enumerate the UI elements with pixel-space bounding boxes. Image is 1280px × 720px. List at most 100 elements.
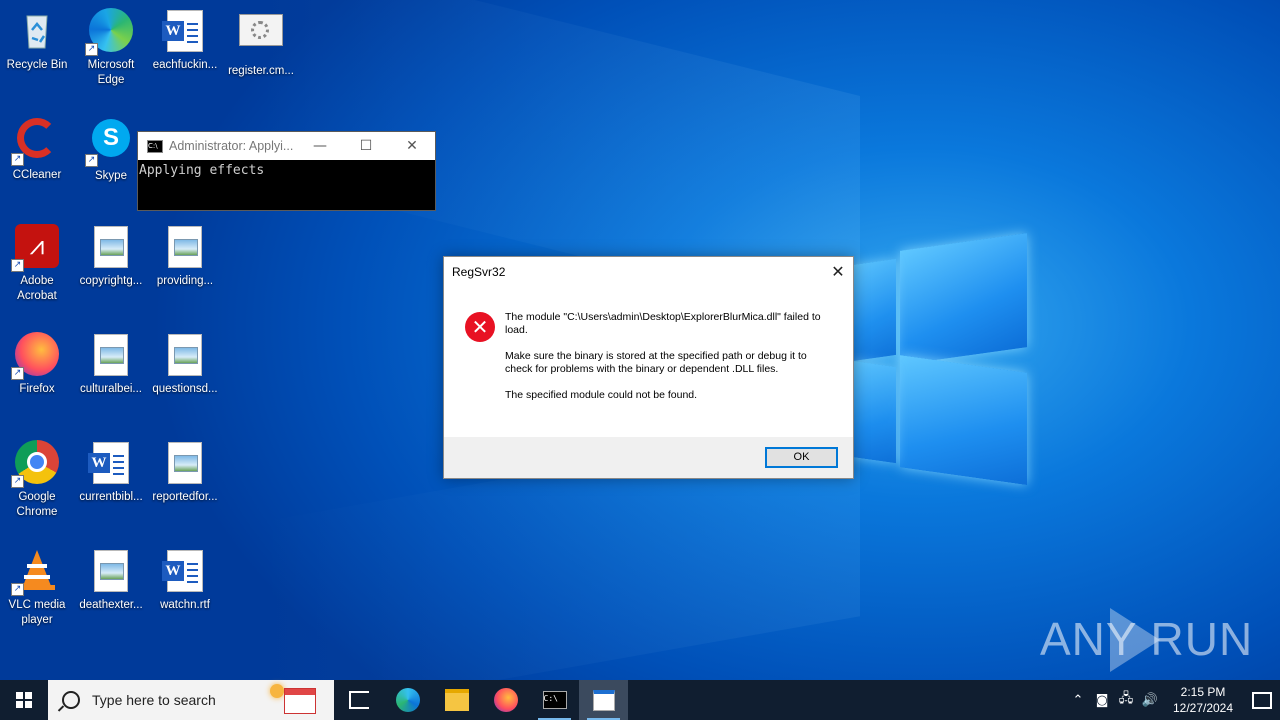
desktop-icon-adobe-acrobat[interactable]: ⩘ ↗ Adobe Acrobat — [0, 224, 74, 304]
vlc-icon: ↗ — [11, 548, 59, 596]
dialog-title: RegSvr32 — [452, 265, 506, 279]
regsvr32-window-icon — [592, 689, 615, 711]
cmd-title-bar[interactable]: C:\ Administrator: Applyi... — ☐ ✕ — [138, 132, 435, 160]
shortcut-arrow-icon: ↗ — [11, 367, 24, 380]
taskbar-file-explorer[interactable] — [432, 680, 481, 720]
dialog-message-line: The specified module could not be found. — [505, 389, 698, 401]
dialog-message: The module "C:\Users\admin\Desktop\Explo… — [505, 311, 825, 415]
wallpaper-logo-pane — [852, 258, 896, 362]
desktop-icon-label: Adobe Acrobat — [17, 275, 57, 302]
taskbar-regsvr32[interactable] — [579, 680, 628, 720]
shortcut-arrow-icon: ↗ — [11, 475, 24, 488]
cmd-window[interactable]: C:\ Administrator: Applyi... — ☐ ✕ Apply… — [137, 131, 436, 211]
notification-icon — [1252, 691, 1272, 709]
desktop-icon-label: register.cm... — [228, 65, 294, 77]
meet-now-icon[interactable]: ◙ — [1090, 693, 1114, 708]
task-view-icon — [348, 691, 369, 709]
folder-icon — [444, 689, 469, 711]
taskbar-firefox[interactable] — [481, 680, 530, 720]
desktop-icon-label: reportedfor... — [152, 491, 218, 503]
desktop-icon-label: eachfuckin... — [152, 59, 218, 71]
desktop-icon-copyrightg[interactable]: copyrightg... — [74, 224, 148, 289]
desktop-icon-questionsd[interactable]: questionsd... — [148, 332, 222, 397]
search-icon — [62, 691, 80, 709]
wallpaper-logo-pane — [852, 360, 896, 464]
show-hidden-icons-chevron-icon[interactable]: ⌃ — [1066, 693, 1090, 708]
search-highlight-sun-icon — [270, 684, 284, 698]
error-icon: ✕ — [465, 312, 495, 342]
dialog-close-button[interactable]: ✕ — [823, 257, 853, 287]
windows-logo-pane — [25, 701, 32, 708]
regsvr32-dialog[interactable]: RegSvr32 ✕ ✕ The module "C:\Users\admin\… — [443, 256, 854, 479]
desktop-icon-currentbibl[interactable]: W currentbibl... — [74, 440, 148, 505]
chrome-icon: ↗ — [11, 440, 59, 488]
shortcut-arrow-icon: ↗ — [11, 583, 24, 596]
minimize-button[interactable]: — — [297, 132, 343, 160]
desktop-icon-label: copyrightg... — [79, 275, 143, 287]
desktop-icon-label: currentbibl... — [79, 491, 143, 503]
desktop-icon-eachfuckin[interactable]: W eachfuckin... — [148, 8, 222, 73]
shortcut-arrow-icon: ↗ — [85, 154, 98, 167]
cmd-icon: C:\ — [147, 139, 163, 153]
desktop-icon-reportedfor[interactable]: reportedfor... — [148, 440, 222, 505]
ok-button[interactable]: OK — [765, 447, 838, 468]
desktop-icon-firefox[interactable]: ↗ Firefox — [0, 332, 74, 397]
image-file-icon — [168, 334, 202, 376]
firefox-icon: ↗ — [11, 332, 59, 380]
taskbar-search-box[interactable]: Type here to search — [48, 680, 334, 720]
image-file-icon — [94, 550, 128, 592]
image-file-icon — [168, 442, 202, 484]
word-document-icon: W — [162, 10, 203, 52]
network-icon[interactable]: 🖧 — [1114, 689, 1138, 711]
taskbar-cmd[interactable]: C:\ — [530, 680, 579, 720]
desktop-icon-watchn-rtf[interactable]: W watchn.rtf — [148, 548, 222, 613]
desktop-icon-label: Firefox — [19, 383, 55, 395]
desktop-icon-microsoft-edge[interactable]: ↗ Microsoft Edge — [74, 8, 148, 88]
volume-icon[interactable]: 🔊 — [1138, 693, 1162, 708]
firefox-icon — [493, 688, 518, 712]
desktop-icon-label: culturalbei... — [79, 383, 142, 395]
maximize-button[interactable]: ☐ — [343, 132, 389, 160]
taskbar-edge[interactable] — [383, 680, 432, 720]
desktop-icon-label: Microsoft Edge — [87, 59, 135, 86]
edge-icon: ↗ — [85, 8, 133, 56]
desktop-icon-vlc[interactable]: ↗ VLC media player — [0, 548, 74, 628]
skype-icon: S ↗ — [85, 119, 133, 167]
acrobat-icon: ⩘ ↗ — [11, 224, 59, 272]
image-file-icon — [168, 226, 202, 268]
dialog-footer: OK — [444, 437, 853, 478]
notification-center-button[interactable] — [1244, 680, 1280, 720]
windows-logo-icon — [16, 692, 23, 699]
desktop: Recycle Bin ↗ Microsoft Edge W eachfucki… — [0, 0, 1280, 680]
dialog-message-line: Make sure the binary is stored at the sp… — [505, 350, 807, 375]
desktop-icon-ccleaner[interactable]: ↗ CCleaner — [0, 116, 74, 183]
desktop-icon-providing[interactable]: providing... — [148, 224, 222, 289]
search-highlight-calendar-icon — [284, 688, 316, 714]
clock-time: 2:15 PM — [1180, 685, 1226, 699]
desktop-icon-register-cmd[interactable]: register.cm... — [224, 8, 298, 79]
taskbar-clock[interactable]: 2:15 PM 12/27/2024 — [1168, 684, 1238, 716]
desktop-icon-deathexter[interactable]: deathexter... — [74, 548, 148, 613]
desktop-icon-recycle-bin[interactable]: Recycle Bin — [0, 8, 74, 73]
cmd-window-title: Administrator: Applyi... — [169, 139, 294, 153]
shortcut-arrow-icon: ↗ — [85, 43, 98, 56]
anyrun-watermark: ANY RUN — [1040, 613, 1254, 665]
desktop-icon-label: VLC media player — [8, 599, 66, 626]
start-button[interactable] — [0, 680, 48, 720]
taskbar: Type here to search C:\ ⌃ ◙ 🖧 🔊 2:15 PM … — [0, 680, 1280, 720]
desktop-icon-label: questionsd... — [152, 383, 218, 395]
windows-logo-pane — [16, 701, 23, 708]
cmd-script-icon — [239, 14, 283, 58]
close-button[interactable]: ✕ — [389, 132, 435, 160]
wallpaper-logo-pane — [900, 355, 1027, 485]
image-file-icon — [94, 334, 128, 376]
desktop-icon-label: Google Chrome — [16, 491, 58, 518]
dialog-content: ✕ The module "C:\Users\admin\Desktop\Exp… — [444, 287, 853, 437]
task-view-button[interactable] — [334, 680, 383, 720]
edge-icon — [395, 688, 420, 712]
word-document-icon: W — [162, 550, 203, 592]
desktop-icon-culturalbei[interactable]: culturalbei... — [74, 332, 148, 397]
system-tray: ⌃ ◙ 🖧 🔊 2:15 PM 12/27/2024 — [1066, 680, 1280, 720]
recycle-bin-icon — [15, 8, 59, 52]
desktop-icon-google-chrome[interactable]: ↗ Google Chrome — [0, 440, 74, 520]
